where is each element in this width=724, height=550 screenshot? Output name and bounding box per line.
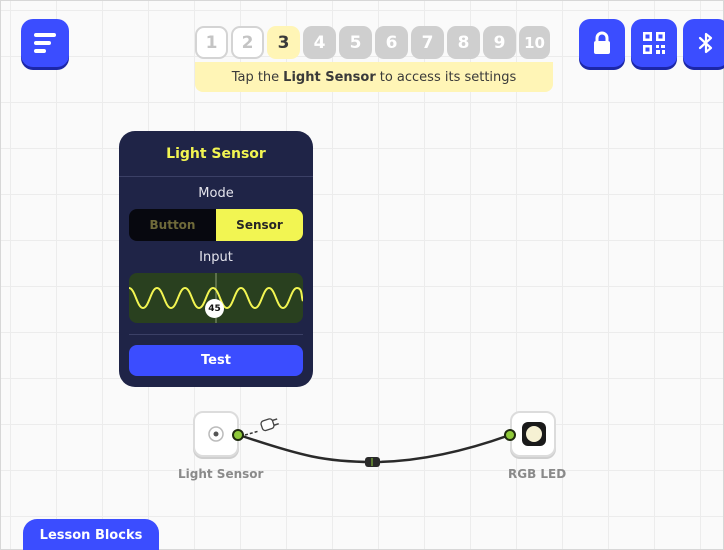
led-icon xyxy=(522,422,546,446)
connection-wire xyxy=(238,418,511,467)
lesson-blocks-tab[interactable]: Lesson Blocks xyxy=(23,519,159,550)
light-sensor-icon xyxy=(208,426,224,442)
light-sensor-label: Light Sensor xyxy=(178,467,264,481)
light-sensor-output-port[interactable] xyxy=(232,429,244,441)
rgb-led-block[interactable] xyxy=(510,411,556,457)
plug-icon xyxy=(260,418,279,432)
rgb-led-label: RGB LED xyxy=(508,467,567,481)
rgb-led-input-port[interactable] xyxy=(504,429,516,441)
